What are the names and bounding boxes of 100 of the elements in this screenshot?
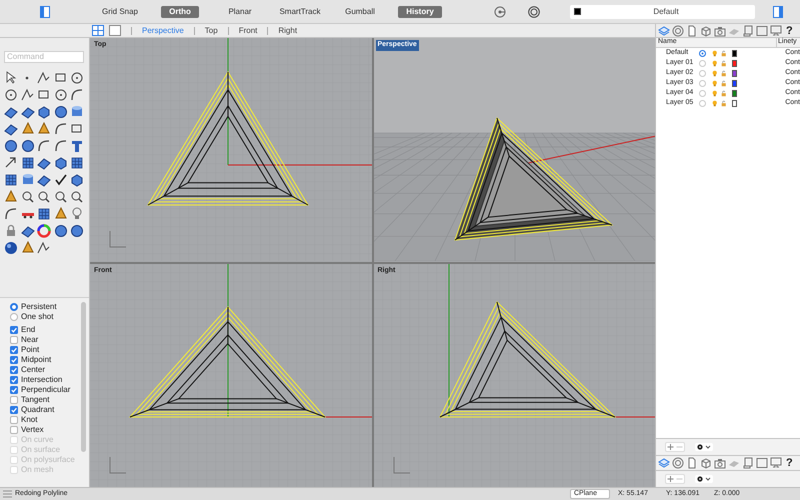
checkbox-label: Quadrant — [21, 404, 54, 416]
layer-dropdown[interactable]: Default — [570, 4, 755, 18]
polyline-icon[interactable] — [36, 240, 52, 256]
camera-icon[interactable] — [714, 457, 726, 469]
sphere-icon[interactable] — [52, 104, 69, 120]
magnifier-icon[interactable] — [69, 189, 86, 205]
sphere-icon[interactable] — [20, 138, 36, 154]
checkbox[interactable] — [10, 426, 18, 434]
target-icon[interactable] — [672, 457, 684, 469]
grid-icon[interactable] — [3, 172, 19, 188]
sphere-icon[interactable] — [52, 223, 69, 239]
layer-color-swatch[interactable] — [732, 70, 738, 76]
layer-color-swatch[interactable] — [732, 80, 738, 86]
lightbulb-icon[interactable] — [712, 88, 718, 98]
sidebar-toggle-icon[interactable] — [40, 6, 50, 18]
magnifier-icon[interactable] — [52, 189, 69, 205]
list-icon[interactable] — [3, 490, 12, 498]
single-viewport-icon[interactable] — [109, 25, 121, 36]
current-layer-radio[interactable] — [698, 100, 706, 106]
color-wheel-icon[interactable] — [36, 223, 52, 239]
monitor-icon[interactable] — [770, 457, 782, 469]
magnifier-icon[interactable] — [20, 189, 36, 205]
gear-menu-icon[interactable] — [695, 443, 713, 451]
toggle-button[interactable]: Grid Snap — [98, 6, 142, 18]
four-viewports-icon[interactable] — [92, 25, 104, 36]
layer-color-swatch[interactable] — [732, 50, 738, 56]
polyline-icon[interactable] — [20, 87, 36, 103]
scrollbar[interactable] — [81, 302, 86, 452]
checkbox-label: On surface — [21, 444, 60, 456]
square-icon[interactable] — [756, 24, 768, 36]
curve-icon[interactable] — [52, 121, 69, 137]
toggle-button[interactable]: Planar — [224, 6, 256, 18]
padlock-icon[interactable] — [721, 48, 727, 58]
plus-icon[interactable] — [666, 475, 675, 483]
command-field[interactable]: Command — [4, 51, 84, 63]
grid-icon[interactable] — [36, 206, 52, 222]
target-icon[interactable] — [672, 24, 684, 36]
magnifier-icon[interactable] — [36, 189, 52, 205]
layers-icon[interactable] — [658, 457, 670, 469]
layer-name: Default — [652, 6, 680, 18]
curve-icon[interactable] — [52, 138, 69, 154]
layers-icon[interactable] — [658, 24, 670, 36]
padlock-icon[interactable] — [721, 68, 727, 78]
curve-icon[interactable] — [3, 206, 19, 222]
current-layer-radio[interactable] — [698, 70, 706, 76]
lightbulb-icon[interactable] — [712, 68, 718, 78]
checkbox[interactable] — [10, 416, 18, 424]
padlock-icon[interactable] — [721, 78, 727, 88]
lightbulb-icon[interactable] — [712, 58, 718, 68]
checkbox-label: Intersection — [21, 374, 62, 386]
radio-button[interactable] — [10, 303, 18, 311]
cube-icon[interactable] — [700, 457, 712, 469]
current-layer-radio[interactable] — [698, 90, 706, 96]
checkbox[interactable] — [10, 396, 18, 404]
globe-icon[interactable] — [3, 240, 19, 256]
view-tab[interactable]: Right — [270, 24, 306, 36]
toggle-button[interactable]: History — [398, 6, 442, 18]
layer-color-swatch[interactable] — [732, 60, 738, 66]
toggle-button[interactable]: SmartTrack — [275, 6, 325, 18]
radio-button[interactable] — [10, 313, 18, 321]
sphere-icon[interactable] — [69, 223, 86, 239]
layer-color-swatch[interactable] — [732, 100, 738, 106]
grid-icon[interactable] — [20, 155, 36, 171]
help-button[interactable]: ? — [786, 24, 793, 36]
sphere-icon[interactable] — [3, 138, 19, 154]
padlock-icon[interactable] — [721, 88, 727, 98]
cube-icon[interactable] — [700, 24, 712, 36]
layer-color-swatch[interactable] — [732, 90, 738, 96]
polyline-icon[interactable] — [36, 70, 52, 86]
toggle-button[interactable]: Ortho — [161, 6, 199, 18]
plus-icon[interactable] — [666, 443, 675, 451]
current-layer-radio[interactable] — [698, 80, 706, 86]
monitor-icon[interactable] — [770, 24, 782, 36]
view-tab[interactable]: Top — [196, 24, 226, 36]
grid-icon[interactable] — [69, 155, 86, 171]
page-icon[interactable] — [686, 457, 698, 469]
circle-icon[interactable] — [52, 87, 69, 103]
view-tab[interactable]: Perspective — [134, 24, 192, 36]
camera-icon[interactable] — [714, 24, 726, 36]
checkbox-label: Center — [21, 364, 46, 376]
circle-icon[interactable] — [69, 70, 86, 86]
lightbulb-icon[interactable] — [712, 48, 718, 58]
lightbulb-icon[interactable] — [712, 98, 718, 108]
current-layer-radio[interactable] — [698, 60, 706, 66]
padlock-icon[interactable] — [721, 58, 727, 68]
radio-label: One shot — [21, 311, 54, 323]
checkbox-label: Tangent — [21, 394, 50, 406]
square-icon[interactable] — [756, 457, 768, 469]
padlock-icon[interactable] — [721, 98, 727, 108]
circle-icon[interactable] — [3, 87, 19, 103]
toggle-button[interactable]: Gumball — [341, 6, 379, 18]
current-layer-radio[interactable] — [698, 50, 706, 56]
help-button[interactable]: ? — [786, 457, 793, 469]
target-icon[interactable] — [528, 6, 540, 18]
gear-menu-icon[interactable] — [695, 475, 713, 483]
lightbulb-icon[interactable] — [712, 78, 718, 88]
check-icon[interactable] — [52, 172, 69, 188]
checkbox[interactable] — [10, 336, 18, 344]
sidebar-toggle-icon[interactable] — [772, 6, 782, 18]
view-tab[interactable]: Front — [230, 24, 266, 36]
